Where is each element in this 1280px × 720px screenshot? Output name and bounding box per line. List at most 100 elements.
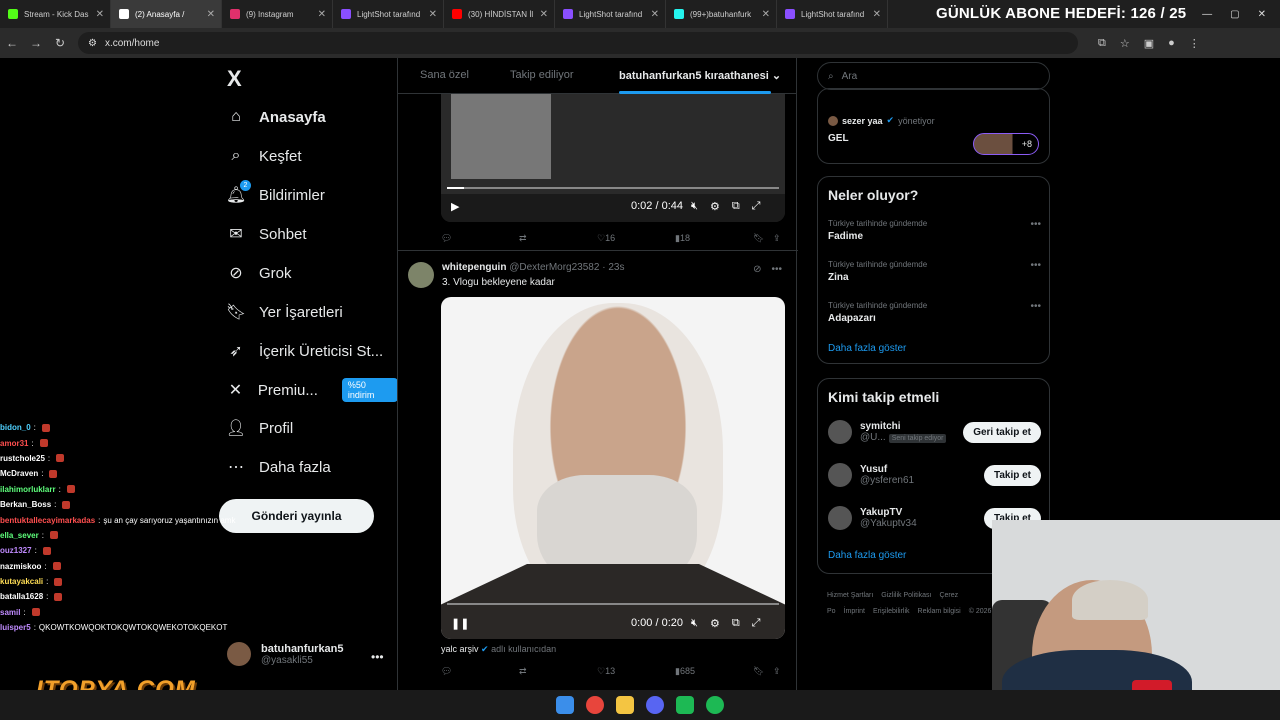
tab-close-icon[interactable]: ✕ — [651, 9, 659, 20]
minimize-icon[interactable]: — — [1202, 9, 1212, 20]
retweet-icon[interactable]: ⇄ — [519, 666, 527, 677]
reply-icon[interactable]: 💬︎ — [441, 233, 452, 244]
spotify-icon[interactable] — [706, 696, 724, 714]
tab-close-icon[interactable]: ✕ — [96, 9, 104, 20]
bookmark-icon[interactable]: 🔖︎ — [753, 233, 764, 244]
tab-for-you[interactable]: Sana özel — [420, 69, 469, 81]
back-icon[interactable]: ← — [0, 36, 24, 50]
discord-icon[interactable] — [646, 696, 664, 714]
tab-close-icon[interactable]: ✕ — [318, 9, 326, 20]
browser-tab[interactable]: (9) Instagram ✕ — [222, 0, 333, 28]
share-icon[interactable]: ⇪ — [773, 233, 781, 244]
follow-button[interactable]: Geri takip et — [963, 421, 1041, 443]
avatar[interactable] — [828, 506, 852, 530]
show-more-link[interactable]: Daha fazla göster — [828, 550, 906, 561]
fullscreen-icon[interactable]: ⤢ — [752, 617, 761, 630]
retweet-icon[interactable]: ⇄ — [519, 233, 527, 244]
member-avatars[interactable]: +8 — [973, 133, 1039, 155]
nav-item-x-premium[interactable]: ✕ Premiu... %50 indirim — [218, 375, 398, 405]
maximize-icon[interactable]: ▢ — [1230, 9, 1239, 20]
views-button[interactable]: ▮ 685 — [675, 666, 695, 677]
like-button[interactable]: ♡ 16 — [597, 233, 615, 244]
more-icon[interactable]: ••• — [1030, 301, 1041, 312]
mute-icon[interactable]: 🔇︎ — [691, 200, 698, 213]
trend-item[interactable]: Türkiye tarihinde gündemde Fadime ••• — [828, 219, 1041, 242]
pip-icon[interactable]: ⧉ — [732, 200, 740, 213]
settings-icon[interactable]: ⚙ — [710, 200, 720, 213]
video-progress[interactable] — [447, 187, 779, 189]
browser-tab[interactable]: (30) HİNDİSTAN İl ✕ — [444, 0, 555, 28]
bookmark-icon[interactable]: 🔖︎ — [753, 666, 764, 677]
chrome-icon[interactable] — [586, 696, 604, 714]
tab-close-icon[interactable]: ✕ — [207, 9, 215, 20]
footer-link[interactable]: Reklam bilgisi — [918, 608, 961, 615]
reload-icon[interactable]: ↻ — [48, 36, 72, 50]
community-title[interactable]: GEL — [828, 133, 849, 144]
install-icon[interactable]: ⧉ — [1098, 37, 1106, 50]
play-icon[interactable]: ▶ — [451, 200, 459, 213]
search-input[interactable]: ⌕ Ara — [817, 62, 1050, 90]
pause-icon[interactable]: ❚❚ — [451, 617, 469, 630]
avatar[interactable] — [828, 463, 852, 487]
footer-link[interactable]: Erişilebilirlik — [873, 608, 910, 615]
video-progress[interactable] — [447, 603, 779, 605]
browser-tab[interactable]: Stream - Kick Das ✕ — [0, 0, 111, 28]
footer-link[interactable]: Hizmet Şartları — [827, 592, 873, 599]
avatar[interactable] — [828, 420, 852, 444]
nav-item-search[interactable]: ⌕ Keşfet — [218, 141, 302, 171]
site-info-icon[interactable]: ⚙ — [88, 38, 97, 49]
more-icon[interactable]: ••• — [771, 264, 782, 275]
app-icon[interactable] — [676, 696, 694, 714]
tab-close-icon[interactable]: ✕ — [540, 9, 548, 20]
like-button[interactable]: ♡ 13 — [597, 666, 615, 677]
reply-icon[interactable]: 💬︎ — [441, 666, 452, 677]
account-more-icon[interactable]: ••• — [371, 650, 384, 664]
video-player[interactable]: ▶ 0:02 / 0:44 🔇︎ ⚙ ⧉ ⤢ — [441, 94, 785, 222]
mute-icon[interactable]: 🔇︎ — [691, 617, 698, 630]
nav-item-bookmark[interactable]: 🔖︎ Yer İşaretleri — [218, 297, 343, 327]
tab-community[interactable]: batuhanfurkan5 kıraathanesi ⌄ — [619, 69, 781, 82]
forward-icon[interactable]: → — [24, 36, 48, 50]
profile-icon[interactable]: ● — [1168, 37, 1175, 50]
tab-following[interactable]: Takip ediliyor — [510, 69, 574, 81]
close-icon[interactable]: ✕ — [1258, 9, 1266, 20]
trend-item[interactable]: Türkiye tarihinde gündemde Adapazarı ••• — [828, 301, 1041, 324]
star-icon[interactable]: ☆ — [1120, 37, 1130, 50]
show-more-link[interactable]: Daha fazla göster — [828, 343, 906, 354]
views-button[interactable]: ▮ 18 — [675, 233, 690, 244]
x-logo-icon[interactable]: X — [227, 66, 242, 92]
nav-item-home[interactable]: ⌂ Anasayfa — [218, 102, 326, 132]
browser-tab[interactable]: LightShot tarafınd ✕ — [555, 0, 666, 28]
grok-icon[interactable]: ⊘ — [753, 264, 761, 275]
nav-item-mail[interactable]: ✉ Sohbet — [218, 219, 306, 249]
tab-close-icon[interactable]: ✕ — [873, 9, 881, 20]
nav-item-rocket[interactable]: ➶ İçerik Üreticisi St... — [218, 336, 383, 366]
tab-close-icon[interactable]: ✕ — [762, 9, 770, 20]
settings-icon[interactable]: ⚙ — [710, 617, 720, 630]
account-switcher[interactable]: batuhanfurkan5 @yasakli55 — [227, 642, 344, 666]
folder-icon[interactable] — [616, 696, 634, 714]
extension-icon[interactable]: ▣ — [1144, 37, 1154, 50]
nav-item-grok[interactable]: ⊘ Grok — [218, 258, 291, 288]
tab-close-icon[interactable]: ✕ — [429, 9, 437, 20]
nav-item-bell[interactable]: 🔔︎ 2 Bildirimler — [218, 180, 325, 210]
more-icon[interactable]: ••• — [1030, 260, 1041, 271]
windows-start-icon[interactable] — [556, 696, 574, 714]
footer-link[interactable]: İmprint — [844, 608, 865, 615]
fullscreen-icon[interactable]: ⤢ — [752, 200, 761, 213]
browser-tab[interactable]: LightShot tarafınd ✕ — [333, 0, 444, 28]
follow-button[interactable]: Takip et — [983, 464, 1041, 486]
more-icon[interactable]: ••• — [1030, 219, 1041, 230]
browser-tab[interactable]: (2) Anasayfa / ✕ — [111, 0, 222, 28]
tweet-author[interactable]: whitepenguin — [442, 262, 506, 273]
share-icon[interactable]: ⇪ — [773, 666, 781, 677]
menu-icon[interactable]: ⋮ — [1189, 37, 1200, 50]
url-field[interactable]: ⚙ x.com/home — [78, 32, 1078, 54]
browser-tab[interactable]: (99+)batuhanfurk ✕ — [666, 0, 777, 28]
pip-icon[interactable]: ⧉ — [732, 617, 740, 630]
trend-item[interactable]: Türkiye tarihinde gündemde Zina ••• — [828, 260, 1041, 283]
avatar[interactable] — [408, 262, 434, 288]
video-player[interactable]: ❚❚ 0:00 / 0:20 🔇︎ ⚙ ⧉ ⤢ — [441, 297, 785, 639]
browser-tab[interactable]: LightShot tarafınd ✕ — [777, 0, 888, 28]
footer-link[interactable]: Gizlilik Politikası — [881, 592, 931, 599]
